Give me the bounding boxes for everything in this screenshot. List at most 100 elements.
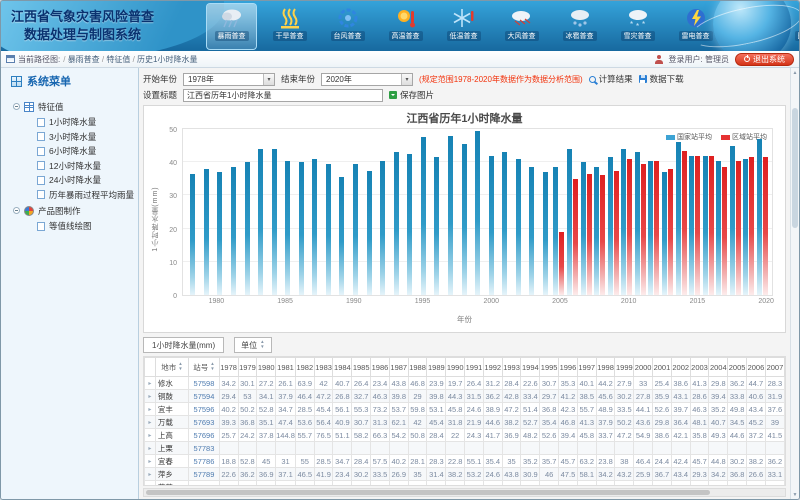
- chart-title-input[interactable]: [183, 89, 383, 102]
- year-column-header-1978[interactable]: 1978: [219, 358, 238, 377]
- expander-icon[interactable]: [13, 103, 20, 110]
- year-column-header-1981[interactable]: 1981: [276, 358, 296, 377]
- station-column-header[interactable]: 站号▲▼: [189, 358, 220, 377]
- tree-parent-feature-values[interactable]: 特征值: [13, 98, 138, 115]
- tree-item-1h-precip[interactable]: 1小时降水量: [37, 115, 138, 130]
- row-expand-icon[interactable]: ▸: [145, 442, 156, 455]
- save-image-button[interactable]: 保存图片: [389, 89, 434, 101]
- year-column-header-1984[interactable]: 1984: [333, 358, 352, 377]
- tree-item-3h-precip[interactable]: 3小时降水量: [37, 130, 138, 145]
- tree-item-24h-precip[interactable]: 24小时降水量: [37, 173, 138, 188]
- breadcrumb-item[interactable]: 特征值: [106, 55, 130, 64]
- year-column-header-1980[interactable]: 1980: [257, 358, 276, 377]
- year-column-header-1979[interactable]: 1979: [238, 358, 257, 377]
- year-column-header-2007[interactable]: 2007: [765, 358, 784, 377]
- vertical-scrollbar[interactable]: ▲ ▼: [790, 68, 799, 499]
- row-expand-icon[interactable]: ▸: [145, 468, 156, 481]
- row-expand-icon[interactable]: ▸: [145, 403, 156, 416]
- year-column-header-2000[interactable]: 2000: [634, 358, 653, 377]
- value-cell: 35.7: [540, 455, 559, 468]
- value-cell: 53.1: [427, 403, 446, 416]
- row-expand-icon[interactable]: ▸: [145, 390, 156, 403]
- year-column-header-2005[interactable]: 2005: [728, 358, 747, 377]
- year-column-header-2003[interactable]: 2003: [690, 358, 709, 377]
- breadcrumb-item[interactable]: 暴雨普查: [68, 55, 100, 64]
- year-column-header-2006[interactable]: 2006: [747, 358, 766, 377]
- data-table: 地市▲▼站号▲▼19781979198019811982198319841985…: [144, 357, 785, 486]
- year-column-header-1997[interactable]: 1997: [577, 358, 596, 377]
- horizontal-scrollbar-thumb[interactable]: [146, 490, 710, 495]
- expander-icon[interactable]: [13, 207, 20, 214]
- bar-group-2018: [729, 129, 743, 295]
- value-cell: [671, 442, 690, 455]
- end-year-select[interactable]: 2020年 ▾: [321, 73, 413, 86]
- breadcrumb-parts: / 暴雨普查 / 特征值 / 历史1小时降水量: [63, 54, 197, 65]
- table-row-57598: ▸修水5759834.230.127.226.163.94240.726.423…: [145, 377, 785, 390]
- value-cell: 36.8: [540, 403, 559, 416]
- year-column-header-1982[interactable]: 1982: [295, 358, 314, 377]
- breadcrumb-item[interactable]: 历史1小时降水量: [137, 55, 197, 64]
- tree-parent-product-map[interactable]: 产品图制作: [13, 202, 138, 219]
- year-column-header-1998[interactable]: 1998: [596, 358, 615, 377]
- year-column-header-1999[interactable]: 1999: [615, 358, 634, 377]
- toolbar-item-rainstorm[interactable]: 暴雨普查: [207, 4, 256, 49]
- value-cell: 44.3: [446, 390, 465, 403]
- toolbar-item-typhoon[interactable]: 台风普查: [323, 4, 372, 49]
- row-expand-icon[interactable]: ▸: [145, 429, 156, 442]
- vertical-scrollbar-thumb[interactable]: [792, 108, 798, 228]
- horizontal-scrollbar[interactable]: [143, 488, 786, 497]
- exit-system-button[interactable]: 退出系统: [735, 53, 794, 66]
- scroll-up-arrow[interactable]: ▲: [791, 68, 799, 77]
- value-cell: 34.7: [276, 403, 296, 416]
- year-column-header-1990[interactable]: 1990: [446, 358, 465, 377]
- value-cell: 52.6: [540, 429, 559, 442]
- bar-group-2001: [498, 129, 512, 295]
- year-column-header-2002[interactable]: 2002: [671, 358, 690, 377]
- year-column-header-1987[interactable]: 1987: [389, 358, 408, 377]
- sort-arrows-icon: ▲▼: [178, 362, 182, 372]
- row-expand-icon[interactable]: ▸: [145, 416, 156, 429]
- year-column-header-1993[interactable]: 1993: [502, 358, 521, 377]
- tree-item-process-avg[interactable]: 历年暴雨过程平均雨量: [37, 188, 138, 203]
- bar-group-2017: [715, 129, 729, 295]
- tree-item-isoline[interactable]: 等值线绘图: [37, 219, 138, 234]
- toolbar-item-label: 暴雨普查: [215, 31, 249, 41]
- year-column-header-1989[interactable]: 1989: [427, 358, 446, 377]
- unit-dropdown[interactable]: 单位 ▲▼: [234, 337, 271, 353]
- toolbar-item-high-temp[interactable]: 高温普查: [381, 4, 430, 49]
- year-column-header-2001[interactable]: 2001: [653, 358, 672, 377]
- toolbar-item-snow-disaster[interactable]: ***雪灾普查: [613, 4, 662, 49]
- year-column-header-1991[interactable]: 1991: [465, 358, 484, 377]
- value-cell: 42: [408, 416, 427, 429]
- geo-column-header[interactable]: 地市▲▼: [155, 358, 188, 377]
- x-tick-label: 1995: [415, 298, 431, 305]
- year-column-header-1983[interactable]: 1983: [314, 358, 333, 377]
- data-download-button[interactable]: 数据下载: [639, 73, 684, 85]
- value-cell: 41.3: [577, 416, 596, 429]
- tree-item-12h-precip[interactable]: 12小时降水量: [37, 159, 138, 174]
- chart-title: 江西省历年1小时降水量: [144, 110, 785, 126]
- year-column-header-1985[interactable]: 1985: [352, 358, 371, 377]
- tree-item-6h-precip[interactable]: 6小时降水量: [37, 144, 138, 159]
- value-cell: 37: [634, 481, 653, 487]
- year-column-header-1996[interactable]: 1996: [559, 358, 578, 377]
- toolbar-item-low-temp[interactable]: 低温普查: [439, 4, 488, 49]
- toolbar-item-drought[interactable]: 干旱普查: [265, 4, 314, 49]
- set-title-label: 设置标题: [143, 89, 177, 101]
- year-column-header-1988[interactable]: 1988: [408, 358, 427, 377]
- scroll-down-arrow[interactable]: ▼: [791, 490, 799, 499]
- start-year-select[interactable]: 1978年 ▾: [183, 73, 275, 86]
- year-column-header-1994[interactable]: 1994: [521, 358, 540, 377]
- year-column-header-2004[interactable]: 2004: [709, 358, 728, 377]
- toolbar-item-gale[interactable]: 大风普查: [497, 4, 546, 49]
- row-expand-icon[interactable]: ▸: [145, 377, 156, 390]
- year-column-header-1992[interactable]: 1992: [483, 358, 502, 377]
- calculate-result-button[interactable]: 计算结果: [589, 73, 633, 85]
- value-cell: 33.7: [596, 429, 615, 442]
- row-expand-icon[interactable]: ▸: [145, 481, 156, 487]
- toolbar-item-hail[interactable]: 冰雹普查: [555, 4, 604, 49]
- year-column-header-1995[interactable]: 1995: [540, 358, 559, 377]
- row-expand-icon[interactable]: ▸: [145, 455, 156, 468]
- value-cell: 36.9: [502, 429, 521, 442]
- year-column-header-1986[interactable]: 1986: [371, 358, 390, 377]
